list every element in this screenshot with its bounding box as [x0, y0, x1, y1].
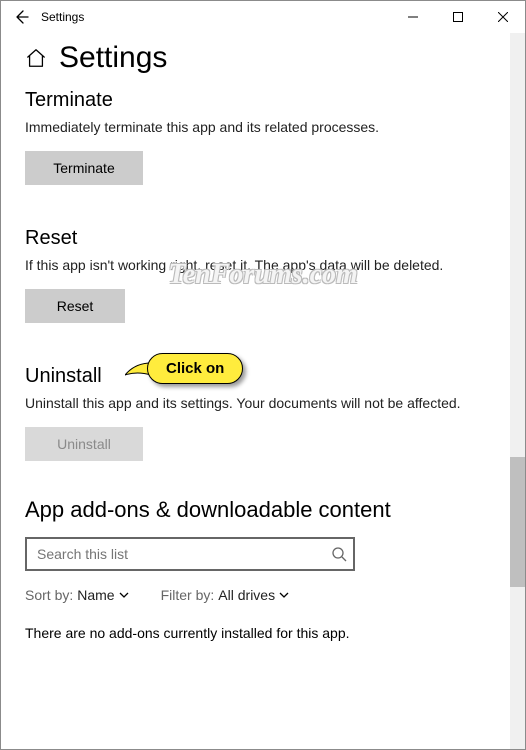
- home-icon[interactable]: [25, 47, 47, 69]
- sort-by-dropdown[interactable]: Sort by: Name: [25, 587, 129, 603]
- maximize-icon: [453, 12, 463, 22]
- page-title: Settings: [59, 41, 167, 75]
- chevron-down-icon: [119, 590, 129, 600]
- addons-filter-row: Sort by: Name Filter by: All drives: [25, 587, 501, 603]
- reset-description: If this app isn't working right, reset i…: [25, 256, 501, 275]
- arrow-left-icon: [13, 9, 29, 25]
- reset-heading: Reset: [25, 227, 501, 250]
- settings-window: Settings TenForums.com Settings: [0, 0, 526, 750]
- minimize-button[interactable]: [390, 1, 435, 33]
- addons-search-input[interactable]: [25, 537, 355, 571]
- content-scroll: TenForums.com Settings Terminate Immedia…: [1, 33, 525, 749]
- vertical-scrollbar[interactable]: [510, 33, 525, 749]
- scrollbar-thumb[interactable]: [510, 457, 525, 587]
- minimize-icon: [408, 12, 418, 22]
- terminate-heading: Terminate: [25, 89, 501, 112]
- addons-heading: App add-ons & downloadable content: [25, 497, 501, 523]
- window-title: Settings: [41, 10, 390, 24]
- content-area: TenForums.com Settings Terminate Immedia…: [1, 33, 525, 749]
- terminate-description: Immediately terminate this app and its r…: [25, 118, 501, 137]
- uninstall-description: Uninstall this app and its settings. You…: [25, 394, 501, 413]
- filter-by-value: All drives: [218, 587, 275, 603]
- back-button[interactable]: [1, 1, 41, 33]
- close-button[interactable]: [480, 1, 525, 33]
- filter-by-label: Filter by:: [161, 587, 215, 603]
- sort-by-value: Name: [77, 587, 114, 603]
- addons-empty-text: There are no add-ons currently installed…: [25, 625, 501, 641]
- maximize-button[interactable]: [435, 1, 480, 33]
- sort-by-label: Sort by:: [25, 587, 73, 603]
- uninstall-button[interactable]: Uninstall: [25, 427, 143, 461]
- reset-button[interactable]: Reset: [25, 289, 125, 323]
- terminate-button[interactable]: Terminate: [25, 151, 143, 185]
- window-controls: [390, 1, 525, 33]
- title-bar: Settings: [1, 1, 525, 33]
- uninstall-heading: Uninstall: [25, 365, 501, 388]
- close-icon: [498, 12, 508, 22]
- page-header: Settings: [25, 41, 501, 75]
- addons-search: [25, 537, 355, 571]
- filter-by-dropdown[interactable]: Filter by: All drives: [161, 587, 289, 603]
- chevron-down-icon: [279, 590, 289, 600]
